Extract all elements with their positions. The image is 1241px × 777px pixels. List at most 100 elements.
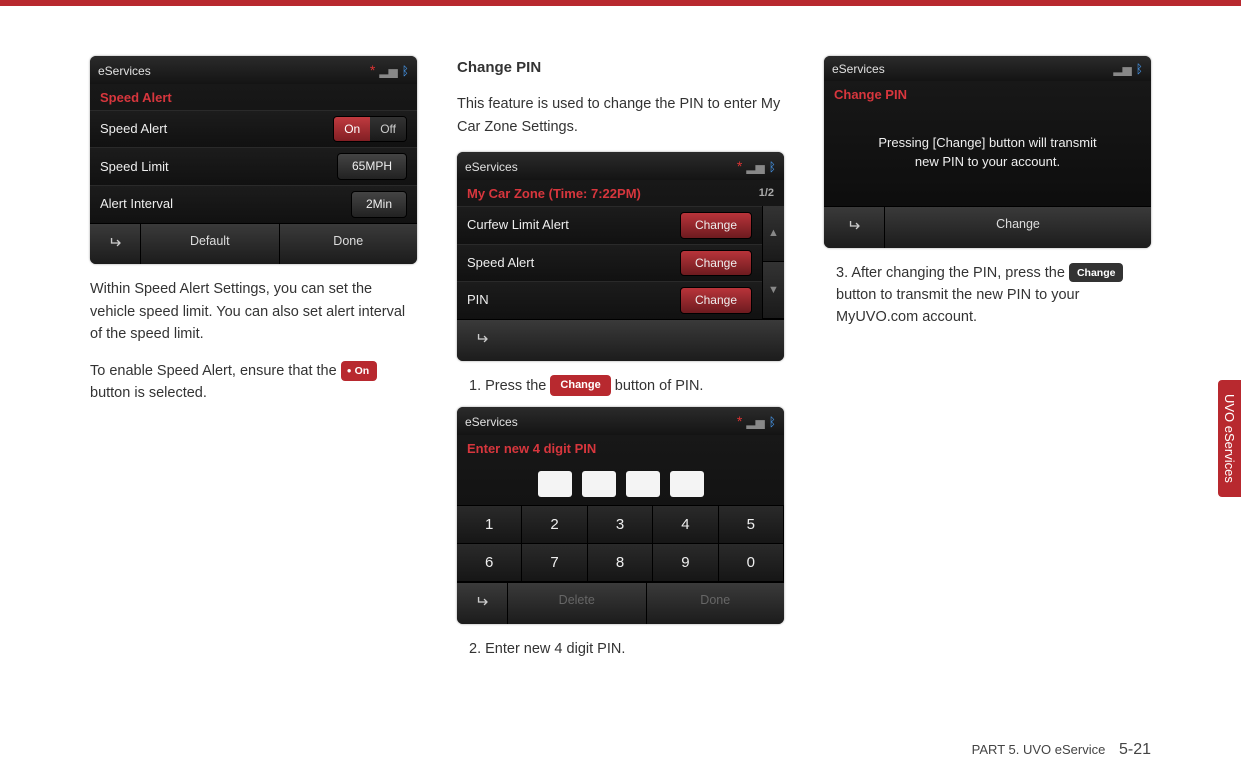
back-button[interactable] (90, 224, 140, 265)
bluetooth-icon: ᛒ (402, 62, 409, 81)
screenshot-titlebar: eServices ▂▅ ᛒ (824, 56, 1151, 81)
back-button[interactable] (824, 207, 884, 248)
back-icon (475, 596, 488, 610)
pin-digit-box[interactable] (582, 471, 616, 497)
text: button to transmit the new PIN to your M… (836, 287, 1079, 325)
section-heading: Change PIN (457, 56, 784, 79)
star-icon: * (737, 411, 742, 433)
row-label: Speed Alert (467, 253, 534, 273)
text: button is selected. (90, 385, 207, 401)
column-1: eServices * ▂▅ ᛒ Speed Alert Speed Alert… (90, 56, 417, 671)
numpad-key[interactable]: 8 (588, 544, 653, 582)
side-tab[interactable]: UVO eServices (1218, 380, 1241, 497)
done-button[interactable]: Done (279, 224, 418, 265)
row-label: PIN (467, 290, 489, 310)
screenshot-title: eServices (465, 413, 518, 432)
numpad-key[interactable]: 5 (719, 506, 784, 544)
screenshot-titlebar: eServices * ▂▅ ᛒ (90, 56, 417, 84)
scroll-down-icon[interactable]: ▼ (763, 262, 784, 318)
on-button-inline: On (341, 361, 377, 380)
signal-icon: ▂▅ (746, 413, 764, 432)
row-label: Alert Interval (100, 194, 173, 214)
screenshot-footer: Default Done (90, 223, 417, 265)
back-icon (108, 237, 121, 251)
scrollbar[interactable]: ▲ ▼ (762, 206, 784, 319)
section-label: Enter new 4 digit PIN (467, 439, 596, 459)
screenshot-section: Enter new 4 digit PIN (457, 435, 784, 461)
paragraph: Within Speed Alert Settings, you can set… (90, 278, 417, 345)
step-2: 2. Enter new 4 digit PIN. (469, 638, 784, 660)
text: To enable Speed Alert, ensure that the (90, 363, 341, 379)
numpad-key[interactable]: 4 (653, 506, 718, 544)
back-icon (847, 220, 860, 234)
bluetooth-icon: ᛒ (769, 413, 776, 432)
numpad-key[interactable]: 7 (522, 544, 587, 582)
change-button[interactable]: Change (680, 250, 752, 277)
row-curfew: Curfew Limit Alert Change (457, 206, 762, 244)
screenshot-titlebar: eServices * ▂▅ ᛒ (457, 152, 784, 180)
change-button-inline: Change (1069, 263, 1124, 282)
column-3: eServices ▂▅ ᛒ Change PIN Pressing [Chan… (824, 56, 1151, 671)
toggle-on-off[interactable]: On Off (333, 116, 407, 143)
status-icons: * ▂▅ ᛒ (737, 156, 776, 178)
screenshot-title: eServices (465, 158, 518, 177)
screenshot-title: eServices (832, 60, 885, 79)
row-label: Speed Alert (100, 119, 167, 139)
delete-button[interactable]: Delete (507, 583, 646, 624)
numpad-key[interactable]: 2 (522, 506, 587, 544)
status-icons: * ▂▅ ᛒ (737, 411, 776, 433)
row-label: Speed Limit (100, 157, 169, 177)
signal-icon: ▂▅ (746, 158, 764, 177)
screenshot-titlebar: eServices * ▂▅ ᛒ (457, 407, 784, 435)
text: 1. Press the (469, 378, 550, 394)
section-label: Change PIN (834, 85, 907, 105)
speed-limit-value[interactable]: 65MPH (337, 153, 407, 180)
rows: Curfew Limit Alert Change Speed Alert Ch… (457, 206, 762, 319)
screenshot-section: Speed Alert (90, 84, 417, 110)
screenshot-enter-pin: eServices * ▂▅ ᛒ Enter new 4 digit PIN 1… (457, 407, 784, 624)
pin-input-boxes[interactable] (457, 461, 784, 505)
section-label: My Car Zone (Time: 7:22PM) (467, 184, 641, 204)
change-button[interactable]: Change (884, 207, 1151, 248)
paragraph: To enable Speed Alert, ensure that the O… (90, 360, 417, 405)
numpad-key[interactable]: 0 (719, 544, 784, 582)
status-icons: * ▂▅ ᛒ (370, 60, 409, 82)
screenshot-change-pin: eServices ▂▅ ᛒ Change PIN Pressing [Chan… (824, 56, 1151, 248)
pin-digit-box[interactable] (538, 471, 572, 497)
message-line: Pressing [Change] button will transmit (844, 133, 1131, 153)
screenshot-section: Change PIN (824, 81, 1151, 107)
section-label: Speed Alert (100, 88, 172, 108)
message-line: new PIN to your account. (844, 152, 1131, 172)
done-button[interactable]: Done (646, 583, 785, 624)
message: Pressing [Change] button will transmit n… (824, 107, 1151, 206)
signal-icon: ▂▅ (379, 62, 397, 81)
screenshot-footer: Change (824, 206, 1151, 248)
page-content: eServices * ▂▅ ᛒ Speed Alert Speed Alert… (0, 6, 1241, 671)
text: button of PIN. (615, 378, 704, 394)
default-button[interactable]: Default (140, 224, 279, 265)
toggle-on[interactable]: On (334, 117, 370, 142)
scroll-up-icon[interactable]: ▲ (763, 206, 784, 262)
change-button[interactable]: Change (680, 287, 752, 314)
status-icons: ▂▅ ᛒ (1113, 60, 1143, 79)
pin-digit-box[interactable] (670, 471, 704, 497)
numpad-key[interactable]: 6 (457, 544, 522, 582)
screenshot-title: eServices (98, 62, 151, 81)
numpad-key[interactable]: 3 (588, 506, 653, 544)
bluetooth-icon: ᛒ (1136, 60, 1143, 79)
back-button[interactable] (457, 583, 507, 624)
row-speed-alert: Speed Alert On Off (90, 110, 417, 148)
row-pin: PIN Change (457, 281, 762, 319)
alert-interval-value[interactable]: 2Min (351, 191, 407, 218)
step-1: 1. Press the Change button of PIN. (469, 375, 784, 397)
rows-container: Curfew Limit Alert Change Speed Alert Ch… (457, 206, 784, 319)
change-button[interactable]: Change (680, 212, 752, 239)
row-speed-alert: Speed Alert Change (457, 244, 762, 282)
numpad-key[interactable]: 1 (457, 506, 522, 544)
screenshot-footer: Delete Done (457, 582, 784, 624)
back-button[interactable] (457, 320, 507, 361)
screenshot-my-car-zone: eServices * ▂▅ ᛒ My Car Zone (Time: 7:22… (457, 152, 784, 360)
numpad-key[interactable]: 9 (653, 544, 718, 582)
pin-digit-box[interactable] (626, 471, 660, 497)
toggle-off[interactable]: Off (370, 117, 406, 142)
